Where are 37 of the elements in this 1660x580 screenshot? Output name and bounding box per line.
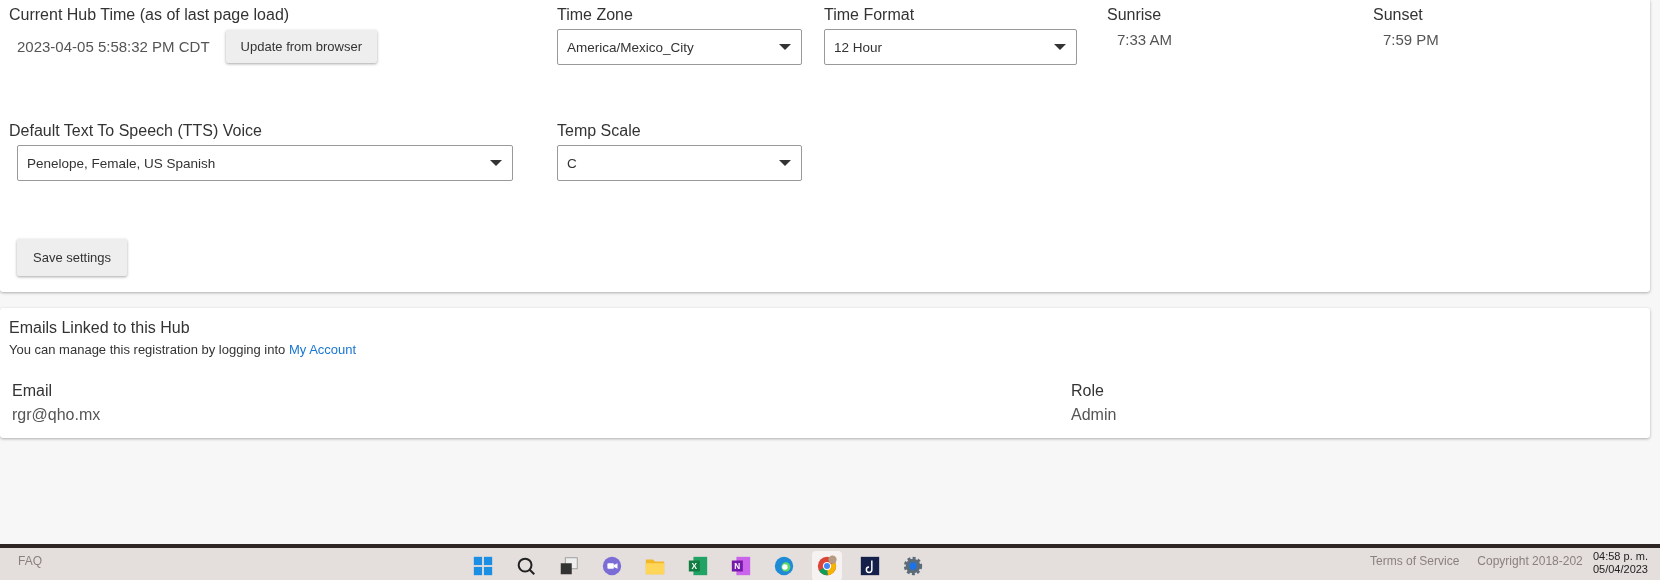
video-chat-icon [601,555,623,577]
account-link[interactable]: My Account [288,342,357,357]
field-label: Current Hub Time (as of last page load) [9,5,291,24]
windows-icon [472,555,494,577]
sunrise-value: 7:33 AM [1116,30,1174,48]
table-cell-text: Admin [1071,406,1118,424]
gear-icon [902,555,924,577]
dropdown-field[interactable]: 12 Hour [824,29,1077,65]
caret-icon [1054,44,1066,50]
field-label: Default Text To Speech (TTS) Voice [9,121,263,140]
field-label: Time Format [824,5,916,24]
column-header: Role [1071,382,1105,400]
table-cell-text: rgr@qho.mx [12,406,102,424]
update-button[interactable]: Update from browser [225,30,377,63]
hub-time-value: 2023-04-05 5:58:32 PM CDT [17,38,210,55]
browser-icon [816,555,838,577]
help-text: You can manage this registration by logging into My Account [8,341,358,357]
browser-icon [773,555,795,577]
field-label: Time Zone [557,5,634,24]
clock-time: 04:58 p. m. [1592,550,1648,563]
field-label: Temp Scale [557,121,642,140]
field-label: Sunset [1373,5,1424,24]
section-title: Emails Linked to this Hub [8,319,191,337]
clock-date: 05/04/2023 [1592,563,1648,576]
caret-icon [779,160,791,166]
caret-icon [490,160,502,166]
dropdown-field[interactable]: America/Mexico_City [557,29,802,65]
dropdown-field[interactable]: C [557,145,802,181]
sunset-value: 7:59 PM [1382,30,1440,48]
windows-stack-icon [558,555,580,577]
search-icon [515,555,537,577]
caret-icon [779,44,791,50]
field-label: Sunrise [1107,5,1163,24]
dropdown-field[interactable]: Penelope, Female, US Spanish [17,145,513,181]
save-button[interactable]: Save settings [17,239,128,276]
app-icon [859,555,881,577]
column-header: Email [12,382,53,400]
